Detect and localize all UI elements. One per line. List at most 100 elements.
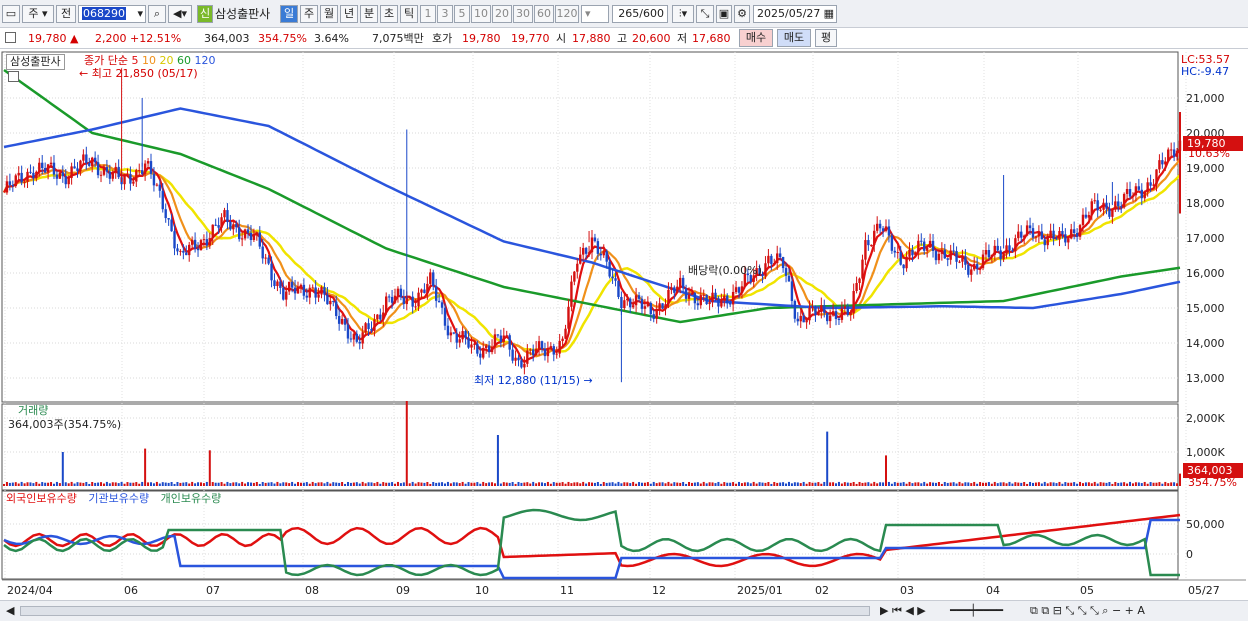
candle-body	[831, 311, 835, 316]
tab-week[interactable]: 주	[300, 5, 318, 23]
candle-body	[855, 283, 858, 291]
period-3[interactable]: 3	[437, 5, 453, 23]
candle-body	[479, 353, 482, 358]
stock-chart[interactable]: 21,00020,00019,00018,00017,00016,00015,0…	[0, 50, 1248, 600]
gear-icon[interactable]: ⚙	[734, 5, 750, 23]
candle-body	[129, 174, 132, 184]
tab-year[interactable]: 년	[340, 5, 358, 23]
volume-bar	[261, 481, 264, 486]
candle-body	[155, 184, 159, 186]
candle-body	[429, 272, 432, 284]
candle-body	[887, 226, 891, 236]
code-input[interactable]: 068290 ▾	[78, 5, 146, 23]
volume-bar	[1079, 481, 1082, 486]
candle-body	[399, 288, 403, 298]
scrollbar-track[interactable]	[20, 606, 870, 616]
draw-icon[interactable]: ⤡	[696, 5, 714, 23]
volume-bar	[646, 482, 649, 486]
volume-bar	[835, 483, 838, 486]
volume-bar	[288, 483, 291, 486]
volume-bar	[1049, 482, 1052, 486]
volume-bar	[546, 481, 549, 486]
volume-bar	[1043, 481, 1046, 486]
candle-body	[161, 190, 164, 210]
dropdown-icon[interactable]: ▾	[137, 6, 143, 22]
candle-body	[405, 297, 408, 305]
tool-icons[interactable]: ⧉ ⧉ ⊟ ⤡ ⤡ ⤡ ⌕ − + A	[1030, 604, 1145, 618]
search-icon[interactable]: ⌕	[148, 5, 166, 23]
period-60[interactable]: 60	[534, 5, 554, 23]
volume-bar	[79, 482, 82, 486]
candle-body	[135, 170, 138, 182]
volume-bar	[964, 482, 967, 486]
date-input[interactable]: 2025/05/27 ▦	[753, 5, 837, 23]
volume-bar	[291, 481, 294, 486]
zoom-slider[interactable]: ━━━┿━━━━	[950, 604, 1003, 618]
price-tick-label: 18,000	[1186, 197, 1225, 210]
candle-body	[773, 263, 776, 265]
candle-body	[190, 239, 194, 245]
scroll-left-icon[interactable]: ◀	[6, 604, 14, 618]
volume-bar	[241, 481, 244, 486]
calendar-icon[interactable]: ▦	[824, 6, 834, 22]
volume-bar	[564, 483, 567, 486]
candle-body	[579, 254, 582, 264]
count-input[interactable]: 265/600	[612, 5, 668, 23]
candle-body	[149, 161, 153, 174]
save-icon[interactable]: ▣	[716, 5, 732, 23]
candle-body	[587, 252, 591, 254]
candle-body	[805, 320, 808, 323]
candle-body	[543, 348, 547, 357]
sell-button[interactable]: 매도	[777, 29, 811, 47]
period-120[interactable]: 120	[555, 5, 579, 23]
period-30[interactable]: 30	[513, 5, 533, 23]
avg-button[interactable]: 평	[815, 29, 837, 47]
candle-body	[828, 315, 832, 322]
candle-body	[905, 256, 908, 269]
low-price: 17,680	[692, 32, 731, 45]
period-20[interactable]: 20	[492, 5, 512, 23]
candle-body	[987, 250, 991, 258]
x-tick-label: 12	[652, 584, 666, 597]
period-10[interactable]: 10	[471, 5, 491, 23]
period-5[interactable]: 5	[454, 5, 470, 23]
tab-month[interactable]: 월	[320, 5, 338, 23]
turnover: 3.64%	[314, 32, 349, 45]
volume-bar	[1173, 482, 1176, 486]
tab-tick[interactable]: 틱	[400, 5, 418, 23]
sound-icon[interactable]: ◀▾	[168, 5, 192, 23]
candle-body	[702, 294, 705, 296]
tab-minute[interactable]: 분	[360, 5, 378, 23]
volume-bar	[346, 481, 349, 486]
volume-bar	[693, 482, 696, 486]
layout-icon[interactable]: ▭	[2, 5, 20, 23]
tab-day[interactable]: 일	[280, 5, 298, 23]
volume-bar	[1146, 483, 1149, 486]
candle-icon[interactable]: ⫶▾	[672, 5, 694, 23]
playback-controls[interactable]: ▶ ⏮ ◀ ▶	[880, 604, 926, 618]
tab-second[interactable]: 초	[380, 5, 398, 23]
candle-body	[352, 333, 356, 340]
candle-body	[458, 339, 461, 343]
candle-body	[1090, 201, 1093, 216]
market-select[interactable]: 주 ▾	[22, 5, 54, 23]
volume-bar	[267, 482, 270, 486]
volume-bar	[535, 483, 538, 486]
candle-body	[649, 302, 652, 315]
buy-button[interactable]: 매수	[739, 29, 773, 47]
period-1[interactable]: 1	[420, 5, 436, 23]
candle-body	[714, 292, 717, 299]
period-select[interactable]: ▾	[581, 5, 609, 23]
volume-bar	[446, 481, 449, 486]
prev-button[interactable]: 전	[56, 5, 76, 23]
volume-bar	[814, 482, 817, 486]
candle-body	[38, 162, 41, 172]
grid-icon[interactable]	[8, 71, 19, 82]
volume-bar	[711, 482, 714, 486]
checkbox[interactable]	[5, 32, 16, 43]
volume-bar	[890, 483, 893, 486]
volume-bar	[217, 482, 220, 486]
candle-body	[1137, 186, 1141, 190]
volume-bar	[802, 481, 805, 486]
shin-badge[interactable]: 신	[197, 5, 213, 23]
